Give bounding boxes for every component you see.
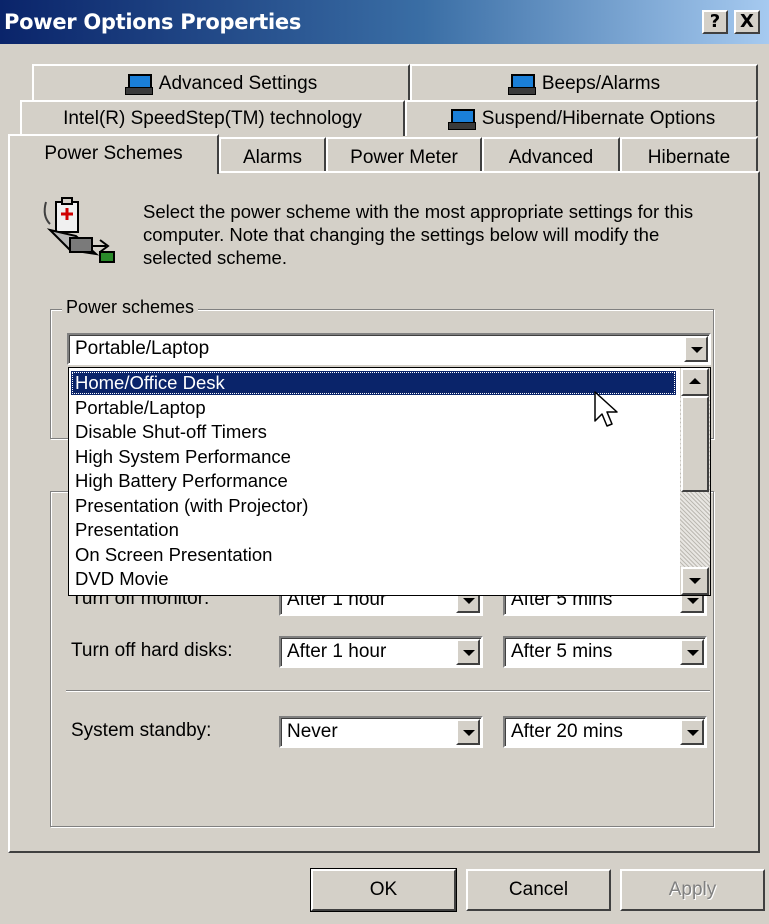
standby-battery-select[interactable]: After 20 mins [503, 716, 707, 748]
tab-beeps-alarms[interactable]: Beeps/Alarms [410, 64, 758, 102]
chevron-down-icon[interactable] [680, 639, 704, 665]
laptop-icon [447, 109, 476, 130]
power-schemes-label: Power schemes [62, 297, 199, 318]
laptop-icon [124, 74, 153, 95]
list-item[interactable]: High Battery Performance [71, 469, 676, 493]
chevron-down-icon[interactable] [684, 336, 708, 362]
title-bar[interactable]: Power Options Properties ? X [0, 0, 769, 44]
ok-button[interactable]: OK [310, 868, 457, 912]
standby-label: System standby: [71, 720, 212, 741]
hard-disks-label: Turn off hard disks: [71, 640, 233, 661]
help-button[interactable]: ? [702, 10, 728, 34]
chevron-down-icon[interactable] [456, 719, 480, 745]
hard-disks-plugged-select[interactable]: After 1 hour [279, 636, 483, 668]
list-item[interactable]: DVD Movie [71, 567, 676, 591]
scroll-up-icon[interactable] [681, 368, 709, 396]
vertical-scrollbar[interactable] [680, 368, 710, 595]
list-item[interactable]: Presentation (with Projector) [71, 494, 676, 518]
tab-advanced-settings[interactable]: Advanced Settings [32, 64, 410, 102]
chevron-down-icon[interactable] [680, 719, 704, 745]
tab-power-schemes[interactable]: Power Schemes [8, 134, 219, 174]
power-scheme-select[interactable]: Portable/Laptop [67, 333, 711, 365]
tab-suspend-hibernate[interactable]: Suspend/Hibernate Options [405, 100, 758, 136]
list-item[interactable]: High System Performance [71, 445, 676, 469]
window-title: Power Options Properties [4, 10, 302, 34]
power-scheme-selected: Portable/Laptop [75, 338, 210, 359]
tab-hibernate[interactable]: Hibernate [620, 137, 758, 171]
apply-button[interactable]: Apply [620, 869, 765, 911]
list-item[interactable]: Presentation [71, 518, 676, 542]
description-text: Select the power scheme with the most ap… [143, 201, 694, 268]
standby-plugged-select[interactable]: Never [279, 716, 483, 748]
laptop-icon [507, 74, 536, 95]
scrollbar-thumb[interactable] [681, 396, 709, 492]
tab-speedstep[interactable]: Intel(R) SpeedStep(TM) technology [20, 100, 405, 136]
power-options-dialog: Power Options Properties ? X Advanced Se… [0, 0, 769, 924]
power-scheme-icon [43, 197, 115, 263]
tab-advanced[interactable]: Advanced [482, 137, 620, 171]
list-item[interactable]: On Screen Presentation [71, 543, 676, 567]
cancel-button[interactable]: Cancel [466, 869, 611, 911]
list-item[interactable]: Home/Office Desk [71, 371, 676, 395]
scroll-down-icon[interactable] [681, 567, 709, 595]
tab-alarms[interactable]: Alarms [219, 137, 326, 171]
chevron-down-icon[interactable] [456, 639, 480, 665]
close-button[interactable]: X [734, 10, 760, 34]
mouse-cursor-icon [594, 391, 618, 427]
list-item[interactable]: Portable/Laptop [71, 396, 676, 420]
divider [66, 690, 710, 692]
tab-power-meter[interactable]: Power Meter [326, 137, 482, 171]
hard-disks-battery-select[interactable]: After 5 mins [503, 636, 707, 668]
list-item[interactable]: Disable Shut-off Timers [71, 420, 676, 444]
